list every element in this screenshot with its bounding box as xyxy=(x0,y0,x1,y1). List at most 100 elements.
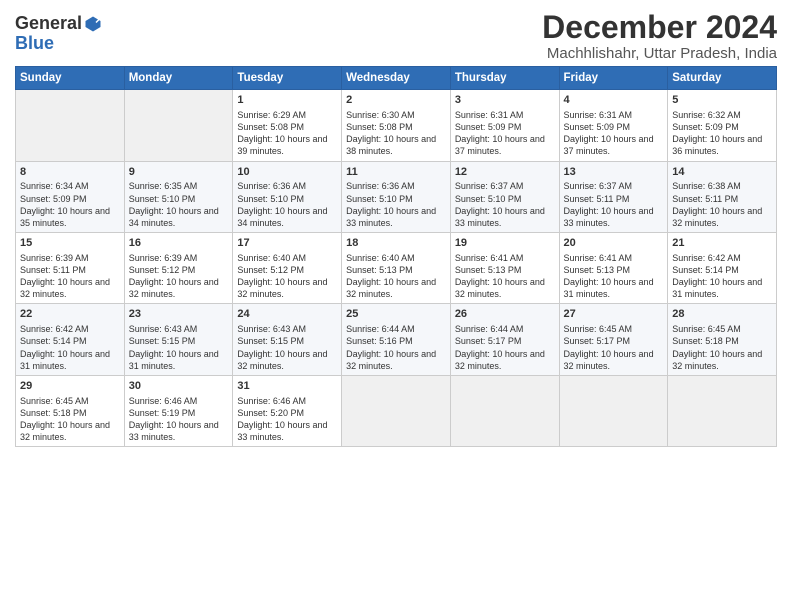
calendar-cell: 14Sunrise: 6:38 AMSunset: 5:11 PMDayligh… xyxy=(668,161,777,232)
day-info: Sunrise: 6:38 AMSunset: 5:11 PMDaylight:… xyxy=(672,181,762,227)
calendar-cell: 27 Sunrise: 6:45 AMSunset: 5:17 PMDayligh… xyxy=(559,304,668,375)
day-info: Sunrise: 6:31 AMSunset: 5:09 PMDaylight:… xyxy=(455,110,545,156)
col-saturday: Saturday xyxy=(668,67,777,90)
day-info: Sunrise: 6:41 AMSunset: 5:13 PMDaylight:… xyxy=(455,253,545,299)
day-number: 30 xyxy=(129,379,229,394)
header: General Blue December 2024 Machhlishahr,… xyxy=(15,10,777,62)
day-number: 23 xyxy=(129,307,229,322)
calendar-cell xyxy=(342,375,451,446)
day-info: Sunrise: 6:44 AMSunset: 5:17 PMDaylight:… xyxy=(455,324,545,370)
col-friday: Friday xyxy=(559,67,668,90)
calendar-cell: 10Sunrise: 6:36 AMSunset: 5:10 PMDayligh… xyxy=(233,161,342,232)
day-info: Sunrise: 6:32 AMSunset: 5:09 PMDaylight:… xyxy=(672,110,762,156)
calendar-cell: 19 Sunrise: 6:41 AMSunset: 5:13 PMDayligh… xyxy=(450,233,559,304)
day-info: Sunrise: 6:29 AMSunset: 5:08 PMDaylight:… xyxy=(237,110,327,156)
day-number: 20 xyxy=(564,236,664,251)
day-info: Sunrise: 6:37 AMSunset: 5:11 PMDaylight:… xyxy=(564,181,654,227)
day-number: 14 xyxy=(672,165,772,180)
calendar-cell xyxy=(16,90,125,161)
day-info: Sunrise: 6:39 AMSunset: 5:12 PMDaylight:… xyxy=(129,253,219,299)
calendar-cell: 26 Sunrise: 6:44 AMSunset: 5:17 PMDayligh… xyxy=(450,304,559,375)
calendar-cell: 20 Sunrise: 6:41 AMSunset: 5:13 PMDayligh… xyxy=(559,233,668,304)
day-info: Sunrise: 6:35 AMSunset: 5:10 PMDaylight:… xyxy=(129,181,219,227)
day-number: 9 xyxy=(129,165,229,180)
calendar-cell: 16 Sunrise: 6:39 AMSunset: 5:12 PMDayligh… xyxy=(124,233,233,304)
calendar-cell: 8Sunrise: 6:34 AMSunset: 5:09 PMDaylight… xyxy=(16,161,125,232)
day-number: 4 xyxy=(564,93,664,108)
day-number: 29 xyxy=(20,379,120,394)
logo-text-general: General xyxy=(15,14,82,34)
subtitle: Machhlishahr, Uttar Pradesh, India xyxy=(542,45,777,62)
calendar-cell: 11Sunrise: 6:36 AMSunset: 5:10 PMDayligh… xyxy=(342,161,451,232)
col-sunday: Sunday xyxy=(16,67,125,90)
col-tuesday: Tuesday xyxy=(233,67,342,90)
day-number: 1 xyxy=(237,93,337,108)
col-wednesday: Wednesday xyxy=(342,67,451,90)
day-info: Sunrise: 6:36 AMSunset: 5:10 PMDaylight:… xyxy=(346,181,436,227)
day-info: Sunrise: 6:44 AMSunset: 5:16 PMDaylight:… xyxy=(346,324,436,370)
day-number: 24 xyxy=(237,307,337,322)
calendar-cell: 31 Sunrise: 6:46 AMSunset: 5:20 PMDayligh… xyxy=(233,375,342,446)
day-number: 15 xyxy=(20,236,120,251)
day-info: Sunrise: 6:37 AMSunset: 5:10 PMDaylight:… xyxy=(455,181,545,227)
calendar-cell: 18Sunrise: 6:40 AMSunset: 5:13 PMDayligh… xyxy=(342,233,451,304)
logo-icon xyxy=(84,15,102,33)
day-number: 2 xyxy=(346,93,446,108)
day-number: 5 xyxy=(672,93,772,108)
calendar-table: Sunday Monday Tuesday Wednesday Thursday… xyxy=(15,66,777,447)
day-info: Sunrise: 6:45 AMSunset: 5:18 PMDaylight:… xyxy=(20,396,110,442)
day-number: 11 xyxy=(346,165,446,180)
title-block: December 2024 Machhlishahr, Uttar Prades… xyxy=(542,10,777,62)
day-info: Sunrise: 6:42 AMSunset: 5:14 PMDaylight:… xyxy=(672,253,762,299)
day-info: Sunrise: 6:40 AMSunset: 5:13 PMDaylight:… xyxy=(346,253,436,299)
logo: General Blue xyxy=(15,14,102,54)
day-number: 22 xyxy=(20,307,120,322)
page-container: General Blue December 2024 Machhlishahr,… xyxy=(0,0,792,455)
day-info: Sunrise: 6:45 AMSunset: 5:17 PMDaylight:… xyxy=(564,324,654,370)
day-number: 21 xyxy=(672,236,772,251)
day-info: Sunrise: 6:30 AMSunset: 5:08 PMDaylight:… xyxy=(346,110,436,156)
calendar-cell: 13Sunrise: 6:37 AMSunset: 5:11 PMDayligh… xyxy=(559,161,668,232)
calendar-cell: 21 Sunrise: 6:42 AMSunset: 5:14 PMDayligh… xyxy=(668,233,777,304)
calendar-cell: 24 Sunrise: 6:43 AMSunset: 5:15 PMDayligh… xyxy=(233,304,342,375)
day-number: 8 xyxy=(20,165,120,180)
day-info: Sunrise: 6:41 AMSunset: 5:13 PMDaylight:… xyxy=(564,253,654,299)
day-number: 25 xyxy=(346,307,446,322)
calendar-cell: 5 Sunrise: 6:32 AMSunset: 5:09 PMDaylight… xyxy=(668,90,777,161)
day-info: Sunrise: 6:31 AMSunset: 5:09 PMDaylight:… xyxy=(564,110,654,156)
calendar-cell xyxy=(450,375,559,446)
calendar-cell: 9Sunrise: 6:35 AMSunset: 5:10 PMDaylight… xyxy=(124,161,233,232)
day-info: Sunrise: 6:46 AMSunset: 5:20 PMDaylight:… xyxy=(237,396,327,442)
calendar-cell: 28Sunrise: 6:45 AMSunset: 5:18 PMDayligh… xyxy=(668,304,777,375)
day-number: 26 xyxy=(455,307,555,322)
col-thursday: Thursday xyxy=(450,67,559,90)
calendar-week-row: 29 Sunrise: 6:45 AMSunset: 5:18 PMDayligh… xyxy=(16,375,777,446)
day-info: Sunrise: 6:46 AMSunset: 5:19 PMDaylight:… xyxy=(129,396,219,442)
day-info: Sunrise: 6:45 AMSunset: 5:18 PMDaylight:… xyxy=(672,324,762,370)
day-info: Sunrise: 6:34 AMSunset: 5:09 PMDaylight:… xyxy=(20,181,110,227)
day-info: Sunrise: 6:43 AMSunset: 5:15 PMDaylight:… xyxy=(237,324,327,370)
calendar-cell: 1 Sunrise: 6:29 AMSunset: 5:08 PMDaylight… xyxy=(233,90,342,161)
col-monday: Monday xyxy=(124,67,233,90)
calendar-cell xyxy=(668,375,777,446)
calendar-cell: 15 Sunrise: 6:39 AMSunset: 5:11 PMDayligh… xyxy=(16,233,125,304)
day-number: 16 xyxy=(129,236,229,251)
day-number: 3 xyxy=(455,93,555,108)
day-number: 12 xyxy=(455,165,555,180)
calendar-header-row: Sunday Monday Tuesday Wednesday Thursday… xyxy=(16,67,777,90)
calendar-week-row: 22 Sunrise: 6:42 AMSunset: 5:14 PMDayligh… xyxy=(16,304,777,375)
day-number: 10 xyxy=(237,165,337,180)
day-info: Sunrise: 6:43 AMSunset: 5:15 PMDaylight:… xyxy=(129,324,219,370)
day-number: 31 xyxy=(237,379,337,394)
day-number: 17 xyxy=(237,236,337,251)
main-title: December 2024 xyxy=(542,10,777,45)
calendar-cell xyxy=(559,375,668,446)
day-info: Sunrise: 6:39 AMSunset: 5:11 PMDaylight:… xyxy=(20,253,110,299)
calendar-cell: 23 Sunrise: 6:43 AMSunset: 5:15 PMDayligh… xyxy=(124,304,233,375)
day-number: 19 xyxy=(455,236,555,251)
day-info: Sunrise: 6:42 AMSunset: 5:14 PMDaylight:… xyxy=(20,324,110,370)
calendar-cell: 3 Sunrise: 6:31 AMSunset: 5:09 PMDaylight… xyxy=(450,90,559,161)
day-number: 13 xyxy=(564,165,664,180)
logo-text-blue: Blue xyxy=(15,34,102,54)
day-number: 27 xyxy=(564,307,664,322)
